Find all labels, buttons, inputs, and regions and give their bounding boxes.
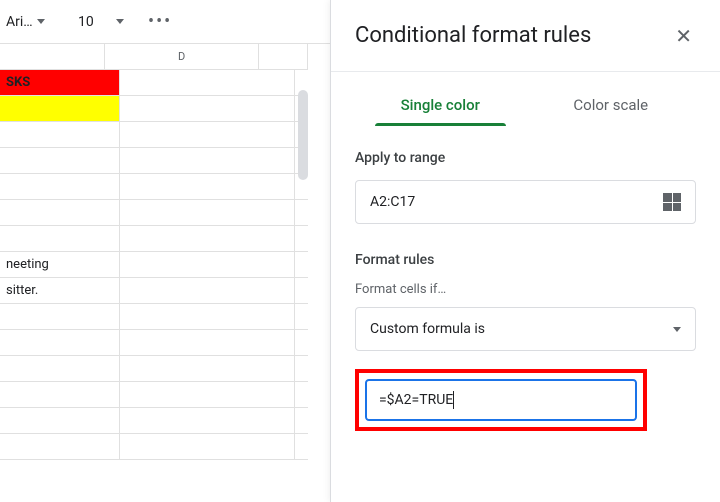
column-header-d[interactable]: D — [105, 44, 259, 69]
close-panel-button[interactable]: ✕ — [671, 20, 696, 52]
cell[interactable] — [120, 200, 295, 225]
table-row[interactable] — [0, 356, 308, 382]
table-row[interactable] — [0, 96, 308, 122]
column-header-e[interactable] — [259, 44, 308, 69]
table-row[interactable] — [0, 304, 308, 330]
chevron-down-icon — [116, 19, 124, 24]
cell[interactable]: SKS — [0, 70, 120, 95]
chevron-down-icon — [37, 19, 45, 24]
more-menu-button[interactable]: ••• — [138, 11, 182, 32]
font-size-selector[interactable]: 10 — [58, 10, 130, 34]
cell[interactable]: sitter. — [0, 278, 120, 303]
cell[interactable] — [120, 226, 295, 251]
column-headers: D — [0, 44, 308, 70]
formula-input[interactable]: =$A2=TRUE — [365, 379, 637, 421]
spreadsheet-grid[interactable]: D SKS neeting sitter. — [0, 44, 308, 502]
format-rules-label: Format rules — [355, 252, 696, 268]
cell[interactable] — [0, 174, 120, 199]
font-selector[interactable]: Ari… — [0, 10, 50, 34]
cell[interactable] — [120, 252, 295, 277]
table-row[interactable] — [0, 434, 308, 460]
table-row[interactable] — [0, 408, 308, 434]
cell[interactable] — [0, 434, 120, 459]
grid-rows: SKS neeting sitter. — [0, 70, 308, 460]
table-row[interactable] — [0, 330, 308, 356]
text-cursor — [453, 391, 454, 409]
table-row[interactable]: SKS — [0, 70, 308, 96]
conditional-format-panel: Conditional format rules ✕ Single color … — [330, 0, 720, 502]
cell[interactable] — [120, 382, 295, 407]
table-row[interactable] — [0, 226, 308, 252]
column-header-c[interactable] — [0, 44, 105, 69]
table-row[interactable] — [0, 382, 308, 408]
condition-select[interactable]: Custom formula is — [355, 307, 696, 351]
cell[interactable] — [120, 122, 295, 147]
cell[interactable] — [0, 96, 120, 121]
tab-color-scale[interactable]: Color scale — [526, 84, 697, 126]
panel-header: Conditional format rules ✕ — [331, 0, 720, 72]
apply-range-label: Apply to range — [355, 150, 696, 166]
cell[interactable] — [120, 278, 295, 303]
tab-single-color[interactable]: Single color — [355, 84, 526, 126]
cell[interactable]: neeting — [0, 252, 120, 277]
table-row[interactable] — [0, 122, 308, 148]
range-input[interactable]: A2:C17 — [355, 180, 696, 224]
cell[interactable] — [120, 434, 295, 459]
table-row[interactable] — [0, 174, 308, 200]
table-row[interactable] — [0, 148, 308, 174]
table-row[interactable] — [0, 200, 308, 226]
cell[interactable] — [0, 226, 120, 251]
table-row[interactable]: sitter. — [0, 278, 308, 304]
cell[interactable] — [0, 330, 120, 355]
formula-highlight-box: =$A2=TRUE — [355, 369, 647, 431]
range-value: A2:C17 — [370, 194, 415, 210]
cell[interactable] — [120, 304, 295, 329]
formula-text: =$A2=TRUE — [379, 392, 453, 408]
panel-tabs: Single color Color scale — [331, 72, 720, 126]
cell[interactable] — [120, 330, 295, 355]
cell[interactable] — [120, 148, 295, 173]
cell[interactable] — [0, 304, 120, 329]
panel-title: Conditional format rules — [355, 23, 591, 48]
cell[interactable] — [0, 122, 120, 147]
font-size-text: 10 — [78, 14, 94, 30]
cell[interactable] — [120, 174, 295, 199]
cell[interactable] — [120, 408, 295, 433]
cell[interactable] — [0, 408, 120, 433]
close-icon: ✕ — [675, 24, 692, 48]
cell[interactable] — [120, 356, 295, 381]
cell[interactable] — [0, 382, 120, 407]
condition-value: Custom formula is — [370, 321, 485, 337]
cell[interactable] — [0, 200, 120, 225]
panel-body: Apply to range A2:C17 Format rules Forma… — [331, 126, 720, 455]
font-name-text: Ari… — [6, 14, 33, 30]
cell[interactable] — [0, 356, 120, 381]
cell[interactable] — [120, 70, 295, 95]
spreadsheet-area: D SKS neeting sitter. — [0, 44, 308, 502]
cell[interactable] — [120, 96, 295, 121]
format-cells-if-label: Format cells if… — [355, 282, 696, 297]
table-row[interactable]: neeting — [0, 252, 308, 278]
select-range-icon[interactable] — [663, 193, 681, 211]
cell[interactable] — [0, 148, 120, 173]
scrollbar-thumb[interactable] — [298, 90, 308, 180]
chevron-down-icon — [673, 327, 681, 332]
